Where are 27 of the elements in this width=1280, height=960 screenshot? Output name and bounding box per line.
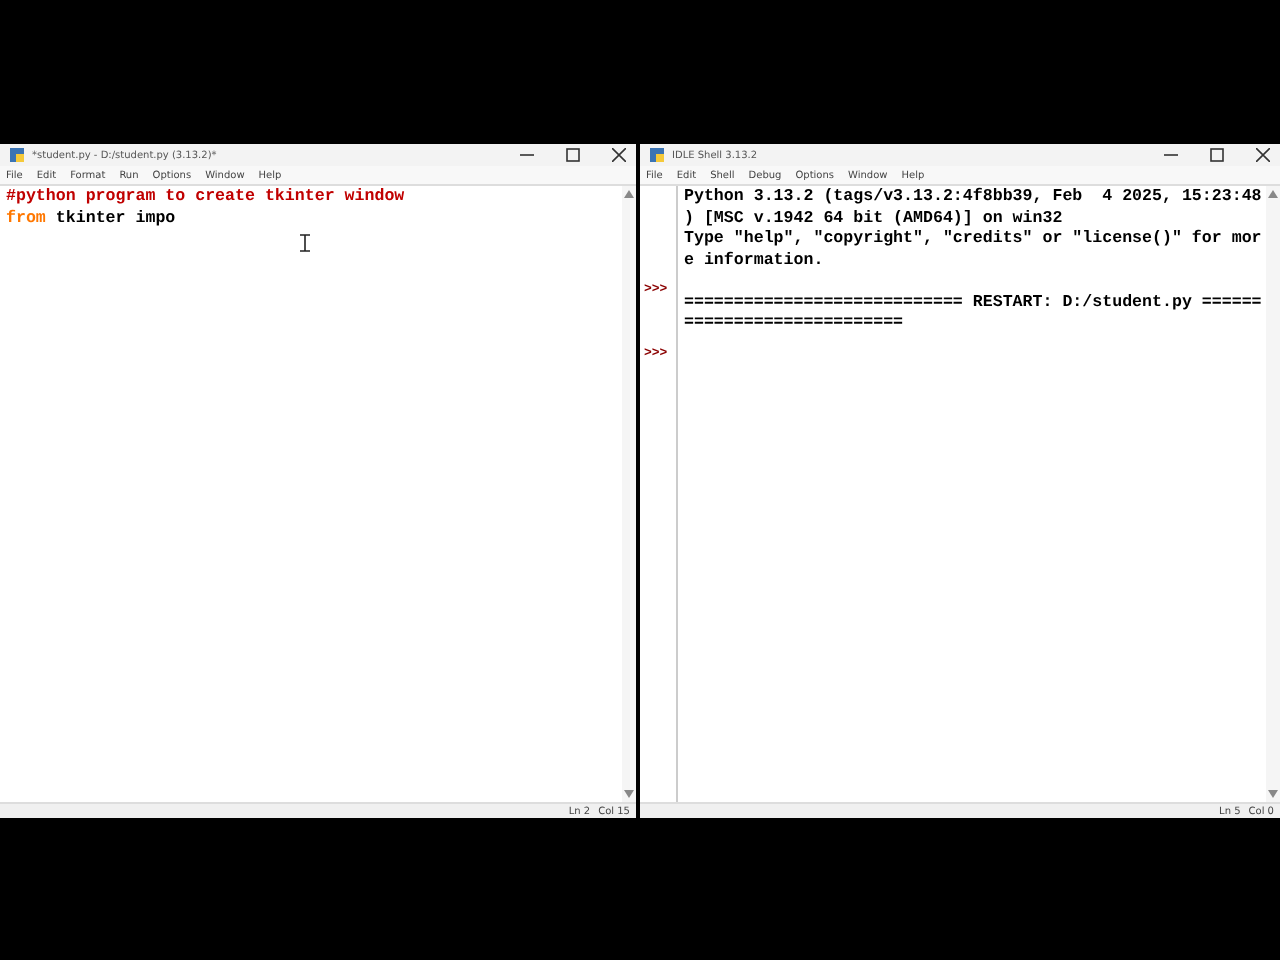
scroll-up-icon[interactable] [624,190,634,198]
minimize-icon [520,148,534,162]
scrollbar[interactable] [622,186,636,802]
close-button[interactable] [1254,146,1272,164]
maximize-icon [566,148,580,162]
shell-output: ) [MSC v.1942 64 bit (AMD64)] on win32 [684,209,1063,227]
shell-output: Type "help", "copyright", "credits" or "license()" for mor [684,230,1262,248]
close-button[interactable] [610,146,628,164]
close-icon [612,148,626,162]
shell-output: Python 3.13.2 (tags/v3.13.2:4f8bb39, Feb 4 2025, 15:23:48 [684,188,1262,206]
scroll-up-icon[interactable] [1268,190,1278,198]
close-icon [1256,148,1270,162]
shell-output: ====================== [684,314,904,332]
python-file-icon [648,146,666,164]
text-cursor-icon [300,234,310,252]
code-line: from tkinter impo [6,209,176,227]
maximize-button[interactable] [1208,146,1226,164]
python-file-icon [8,146,26,164]
scroll-down-icon[interactable] [624,790,634,798]
shell-output: ============================ RESTART: D:/student.py ====== [684,293,1262,311]
scrollbar[interactable] [1266,186,1280,802]
maximize-button[interactable] [564,146,582,164]
code-line: #python program to create tkinter window [6,188,405,206]
minimize-icon [1164,148,1178,162]
maximize-icon [1210,148,1224,162]
shell-output: e information. [684,251,824,269]
scroll-down-icon[interactable] [1268,790,1278,798]
